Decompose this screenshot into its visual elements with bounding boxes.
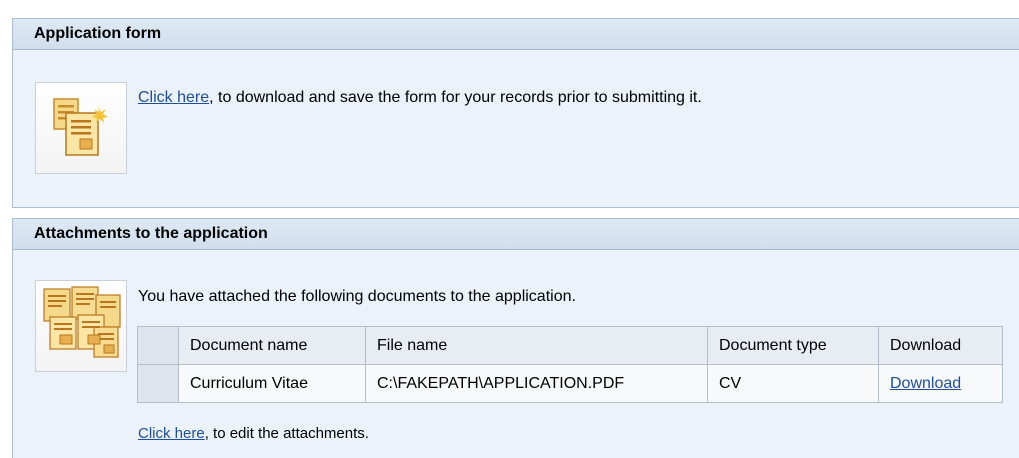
cell-document-type: CV: [707, 364, 879, 403]
attachments-header: Attachments to the application: [13, 219, 1019, 250]
application-form-header: Application form: [13, 19, 1019, 50]
document-form-icon: [35, 82, 127, 174]
multiple-documents-icon: [35, 280, 127, 372]
row-selector-header[interactable]: [137, 326, 179, 365]
edit-attachments-line: Click here, to edit the attachments.: [138, 425, 369, 442]
column-header-download: Download: [878, 326, 1003, 365]
row-selector[interactable]: [137, 364, 179, 403]
edit-attachments-link[interactable]: Click here: [138, 425, 205, 442]
download-link[interactable]: Download: [890, 375, 961, 392]
table-header-row: Document name File name Document type Do…: [137, 326, 1003, 365]
download-form-line: Click here, to download and save the for…: [138, 89, 702, 107]
cell-download: Download: [878, 364, 1003, 403]
column-header-document-name: Document name: [178, 326, 366, 365]
application-form-panel: Application form Click here, to download…: [12, 18, 1019, 208]
edit-attachments-text: , to edit the attachments.: [204, 425, 369, 442]
cell-document-name: Curriculum Vitae: [178, 364, 366, 403]
attachments-intro: You have attached the following document…: [138, 288, 576, 305]
attachments-panel: Attachments to the application You have …: [12, 218, 1019, 458]
column-header-document-type: Document type: [707, 326, 879, 365]
download-form-text: , to download and save the form for your…: [209, 89, 702, 106]
download-form-link[interactable]: Click here: [138, 89, 209, 106]
cell-file-name: C:\FAKEPATH\APPLICATION.PDF: [365, 364, 708, 403]
table-row[interactable]: Curriculum Vitae C:\FAKEPATH\APPLICATION…: [137, 364, 1003, 403]
attachments-table: Document name File name Document type Do…: [137, 326, 1003, 403]
column-header-file-name: File name: [365, 326, 708, 365]
